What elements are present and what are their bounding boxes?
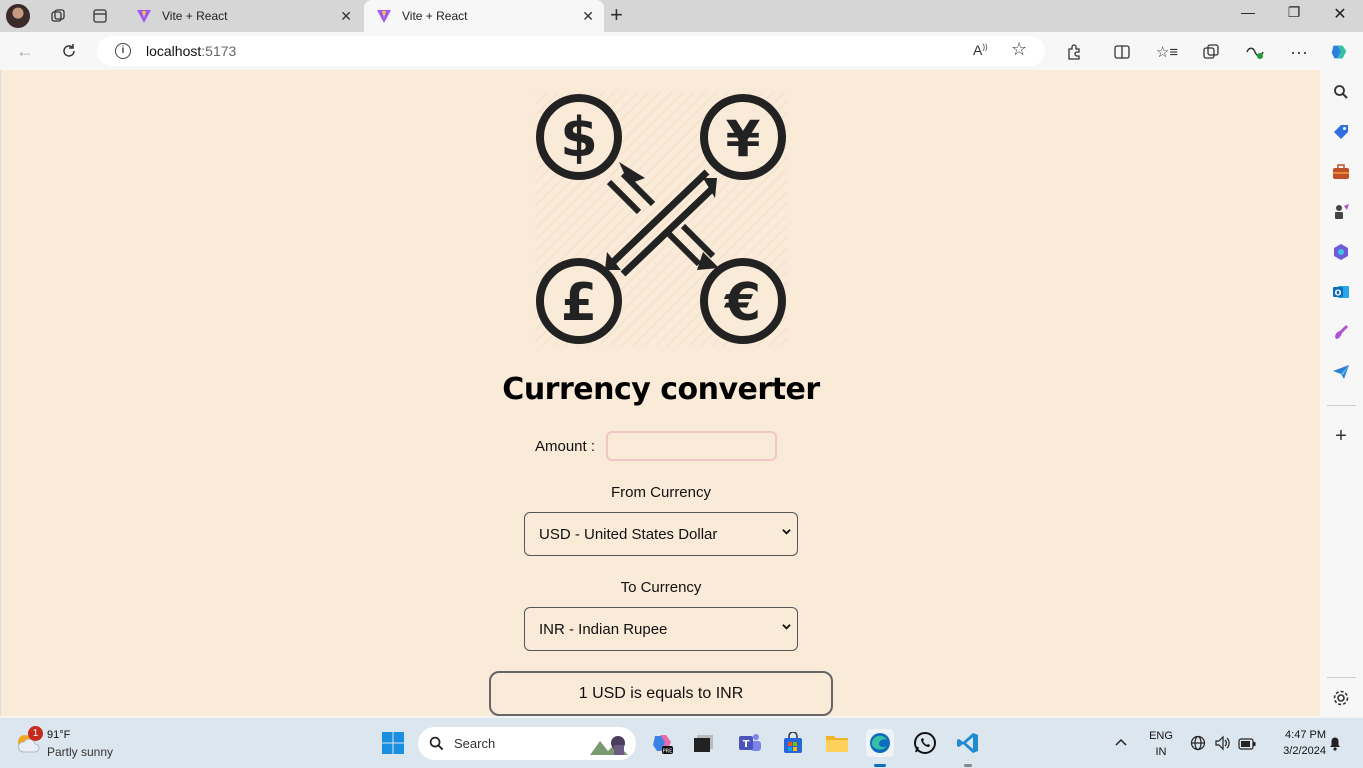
microsoft-365-icon[interactable] bbox=[1331, 242, 1351, 262]
tab-actions-icon[interactable] bbox=[90, 6, 110, 26]
network-globe-icon[interactable] bbox=[1190, 735, 1206, 756]
chevron-down-icon bbox=[782, 624, 791, 630]
maximize-button[interactable]: ❐ bbox=[1274, 4, 1314, 21]
chevron-down-icon bbox=[782, 529, 791, 535]
teams-app-icon[interactable]: T bbox=[736, 729, 764, 757]
active-app-indicator bbox=[874, 764, 886, 767]
tab-label: Vite + React bbox=[162, 9, 228, 23]
url-host: localhost bbox=[146, 43, 202, 59]
taskbar-search-box[interactable]: Search bbox=[418, 727, 636, 760]
tab-vite-react-1[interactable]: Vite + React ✕ bbox=[124, 0, 362, 32]
settings-more-icon[interactable]: ··· bbox=[1289, 42, 1309, 62]
favorites-icon[interactable]: ☆≡ bbox=[1156, 42, 1178, 62]
close-tab-icon[interactable]: ✕ bbox=[340, 8, 352, 25]
sidebar-divider bbox=[1327, 677, 1356, 678]
outlook-icon[interactable]: O bbox=[1331, 282, 1351, 302]
weather-desc[interactable]: Partly sunny bbox=[47, 745, 113, 759]
back-button[interactable]: ← bbox=[14, 40, 36, 62]
from-currency-select[interactable]: USD - United States Dollar bbox=[524, 512, 798, 556]
split-screen-icon[interactable] bbox=[1112, 42, 1132, 62]
page-title: Currency converter bbox=[502, 372, 820, 407]
amount-label: Amount : bbox=[535, 438, 596, 455]
tab-label: Vite + React bbox=[402, 9, 468, 23]
weather-badge: 1 bbox=[28, 726, 43, 741]
vscode-app-icon[interactable] bbox=[954, 729, 982, 757]
notifications-bell-icon[interactable] bbox=[1328, 735, 1342, 756]
close-window-button[interactable]: ✕ bbox=[1320, 4, 1360, 24]
copilot-icon[interactable] bbox=[1329, 42, 1349, 62]
page-content: $ ¥ £ € Currency converter Amount : From… bbox=[0, 70, 1320, 716]
copilot-preview-app-icon[interactable]: PRE bbox=[648, 729, 676, 757]
svg-text:$: $ bbox=[560, 106, 598, 169]
url-port: :5173 bbox=[201, 43, 237, 59]
search-highlight-illustration-icon bbox=[590, 736, 628, 755]
send-paper-plane-icon[interactable] bbox=[1331, 362, 1351, 382]
svg-text:T: T bbox=[743, 739, 750, 750]
weather-temp[interactable]: 91°F bbox=[47, 729, 70, 741]
svg-text:€: € bbox=[724, 273, 761, 333]
url-text[interactable]: localhost:5173 bbox=[146, 43, 236, 59]
site-info-icon[interactable]: i bbox=[115, 43, 131, 59]
tab-vite-react-2[interactable]: Vite + React ✕ bbox=[364, 0, 604, 32]
svg-text:PRE: PRE bbox=[663, 749, 673, 755]
extensions-icon[interactable] bbox=[1064, 42, 1084, 62]
tab-strip: Vite + React ✕ Vite + React ✕ + — ❐ ✕ bbox=[0, 0, 1363, 32]
designer-icon[interactable] bbox=[1331, 322, 1351, 342]
to-currency-value: INR - Indian Rupee bbox=[539, 620, 668, 638]
search-label: Search bbox=[454, 736, 496, 751]
sidebar-settings-gear-icon[interactable] bbox=[1331, 688, 1351, 708]
vite-logo-icon bbox=[377, 10, 391, 23]
language-line2[interactable]: IN bbox=[1144, 746, 1178, 758]
to-currency-label: To Currency bbox=[620, 579, 702, 596]
profile-avatar[interactable] bbox=[6, 4, 30, 28]
tools-briefcase-icon[interactable] bbox=[1331, 162, 1351, 182]
refresh-button[interactable] bbox=[58, 40, 80, 62]
close-tab-icon[interactable]: ✕ bbox=[582, 8, 594, 25]
search-icon[interactable] bbox=[1331, 82, 1351, 102]
battery-icon[interactable] bbox=[1238, 737, 1256, 755]
start-button[interactable] bbox=[379, 729, 407, 757]
games-chess-icon[interactable] bbox=[1331, 202, 1351, 222]
search-icon bbox=[429, 736, 444, 751]
shopping-tag-icon[interactable] bbox=[1331, 122, 1351, 142]
language-line1[interactable]: ENG bbox=[1144, 730, 1178, 742]
minimize-button[interactable]: — bbox=[1228, 4, 1268, 20]
collections-icon[interactable] bbox=[1201, 42, 1221, 62]
whatsapp-app-icon[interactable] bbox=[911, 729, 939, 757]
clock-time[interactable]: 4:47 PM bbox=[1266, 729, 1326, 741]
sidebar-divider bbox=[1327, 405, 1356, 406]
edge-app-icon[interactable] bbox=[866, 729, 894, 757]
microsoft-store-app-icon[interactable] bbox=[779, 729, 807, 757]
windows-taskbar: 1 91°F Partly sunny PRE T ENG IN 4:47 PM bbox=[0, 718, 1363, 768]
edge-sidebar: O + bbox=[1320, 70, 1363, 716]
file-explorer-app-icon[interactable] bbox=[823, 729, 851, 757]
running-app-indicator bbox=[964, 764, 972, 767]
amount-input[interactable] bbox=[606, 431, 777, 461]
svg-text:£: £ bbox=[561, 273, 597, 333]
from-currency-value: USD - United States Dollar bbox=[539, 525, 718, 543]
conversion-result: 1 USD is equals to INR bbox=[489, 671, 833, 716]
show-hidden-icons-chevron-up-icon[interactable] bbox=[1114, 734, 1128, 750]
currency-exchange-logo-icon: $ ¥ £ € bbox=[535, 92, 787, 346]
from-currency-label: From Currency bbox=[610, 484, 711, 501]
clock-date[interactable]: 3/2/2024 bbox=[1266, 745, 1326, 757]
favorite-star-icon[interactable]: ☆ bbox=[1011, 39, 1027, 60]
svg-text:O: O bbox=[1335, 289, 1342, 298]
to-currency-select[interactable]: INR - Indian Rupee bbox=[524, 607, 798, 651]
volume-speaker-icon[interactable] bbox=[1214, 735, 1230, 756]
workspaces-icon[interactable] bbox=[48, 6, 68, 26]
read-aloud-icon[interactable]: A)) bbox=[973, 42, 988, 58]
add-sidebar-app-icon[interactable]: + bbox=[1331, 425, 1351, 447]
svg-text:¥: ¥ bbox=[726, 110, 761, 168]
vite-logo-icon bbox=[137, 10, 151, 23]
address-bar[interactable]: i localhost:5173 A)) ☆ bbox=[97, 36, 1045, 66]
browser-essentials-icon[interactable] bbox=[1245, 42, 1265, 62]
new-tab-button[interactable]: + bbox=[610, 4, 623, 26]
snipping-tool-app-icon[interactable] bbox=[690, 729, 718, 757]
